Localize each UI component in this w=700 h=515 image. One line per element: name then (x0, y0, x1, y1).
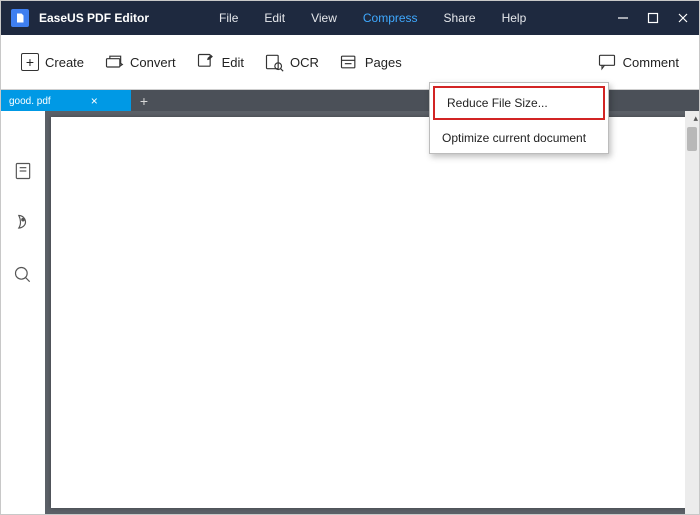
ocr-label: OCR (290, 55, 319, 70)
close-icon[interactable] (677, 12, 689, 24)
compress-dropdown: Reduce File Size... Optimize current doc… (429, 82, 609, 154)
file-tab-label: good. pdf (9, 96, 51, 107)
side-panel (1, 111, 45, 514)
scroll-up-icon[interactable]: ▴ (693, 113, 698, 124)
file-tab[interactable]: good. pdf × (1, 90, 131, 112)
menu-bar: File Edit View Compress Share Help (219, 11, 526, 25)
scrollbar[interactable]: ▴ (685, 111, 699, 514)
pages-label: Pages (365, 55, 402, 70)
menu-view[interactable]: View (311, 11, 337, 25)
convert-icon (104, 52, 124, 72)
comment-icon (597, 52, 617, 72)
thumbnails-icon[interactable] (13, 161, 33, 181)
comment-button[interactable]: Comment (597, 52, 679, 72)
close-tab-icon[interactable]: × (91, 94, 98, 108)
edit-label: Edit (222, 55, 244, 70)
reduce-file-size-item[interactable]: Reduce File Size... (433, 86, 605, 120)
search-icon[interactable] (13, 265, 33, 285)
maximize-icon[interactable] (647, 12, 659, 24)
convert-label: Convert (130, 55, 176, 70)
menu-file[interactable]: File (219, 11, 238, 25)
pages-button[interactable]: Pages (339, 52, 402, 72)
convert-button[interactable]: Convert (104, 52, 176, 72)
title-bar: EaseUS PDF Editor File Edit View Compres… (1, 1, 699, 35)
canvas-area: ▴ (45, 111, 699, 514)
pages-icon (339, 52, 359, 72)
menu-help[interactable]: Help (502, 11, 527, 25)
optimize-document-item[interactable]: Optimize current document (430, 123, 608, 153)
toolbar: + Create Convert Edit OCR Pages Comment … (1, 35, 699, 90)
create-label: Create (45, 55, 84, 70)
create-button[interactable]: + Create (21, 53, 84, 71)
app-logo-icon (11, 9, 29, 27)
tag-icon[interactable] (13, 213, 33, 233)
ocr-icon (264, 52, 284, 72)
pencil-icon (196, 52, 216, 72)
workspace: ▴ (1, 111, 699, 514)
plus-icon: + (21, 53, 39, 71)
window-controls (617, 12, 689, 24)
app-title: EaseUS PDF Editor (39, 11, 149, 25)
ocr-button[interactable]: OCR (264, 52, 319, 72)
menu-edit[interactable]: Edit (264, 11, 285, 25)
menu-share[interactable]: Share (444, 11, 476, 25)
edit-button[interactable]: Edit (196, 52, 244, 72)
new-tab-button[interactable]: + (131, 90, 157, 112)
scroll-thumb[interactable] (687, 127, 697, 151)
menu-compress[interactable]: Compress (363, 11, 418, 25)
pdf-page[interactable] (51, 117, 687, 508)
comment-label: Comment (623, 55, 679, 70)
minimize-icon[interactable] (617, 12, 629, 24)
